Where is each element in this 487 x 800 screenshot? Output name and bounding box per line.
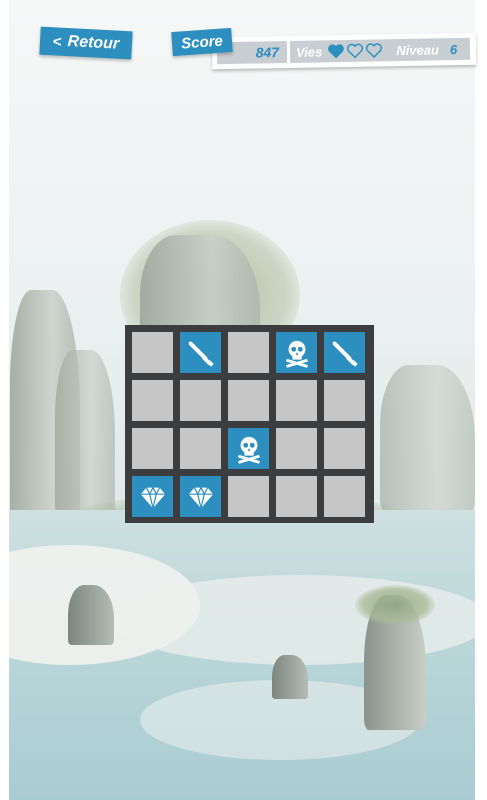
board-cell[interactable]: [276, 428, 317, 469]
board-cell[interactable]: [276, 476, 317, 517]
board-cell[interactable]: [132, 380, 173, 421]
lives-level-panel: Vies Niveau 6: [289, 37, 471, 63]
level-value: 6: [449, 41, 458, 57]
heart-empty-icon: [365, 42, 383, 59]
stats-bar: 847 Vies Niveau 6: [211, 32, 477, 70]
board-cell[interactable]: [180, 476, 221, 517]
board-cell[interactable]: [228, 428, 269, 469]
back-button[interactable]: < Retour: [39, 26, 133, 60]
board-cell[interactable]: [228, 380, 269, 421]
sword-icon: [330, 338, 360, 368]
heart-empty-icon: [346, 43, 364, 59]
board-cell[interactable]: [324, 428, 365, 469]
skull-icon: [282, 338, 312, 368]
board-cell[interactable]: [324, 332, 365, 373]
board-cell[interactable]: [324, 476, 365, 517]
board-cell[interactable]: [180, 428, 221, 469]
sword-icon: [186, 338, 216, 368]
score-label: Score: [171, 27, 233, 57]
level-label: Niveau: [396, 41, 440, 58]
lives-label: Vies: [295, 43, 323, 60]
board-cell[interactable]: [228, 332, 269, 373]
board-cell[interactable]: [180, 380, 221, 421]
board-cell[interactable]: [132, 332, 173, 373]
board-cell[interactable]: [276, 380, 317, 421]
back-button-label: Retour: [67, 33, 120, 53]
heart-filled-icon: [327, 43, 345, 59]
board-cell[interactable]: [276, 332, 317, 373]
game-board: [125, 325, 374, 523]
diamond-icon: [138, 482, 168, 512]
board-cell[interactable]: [132, 428, 173, 469]
lives-hearts: [327, 42, 383, 59]
diamond-icon: [186, 482, 216, 512]
board-cell[interactable]: [180, 332, 221, 373]
skull-icon: [234, 434, 264, 464]
board-cell[interactable]: [132, 476, 173, 517]
chevron-left-icon: <: [52, 32, 63, 51]
board-cell[interactable]: [228, 476, 269, 517]
board-cell[interactable]: [324, 380, 365, 421]
